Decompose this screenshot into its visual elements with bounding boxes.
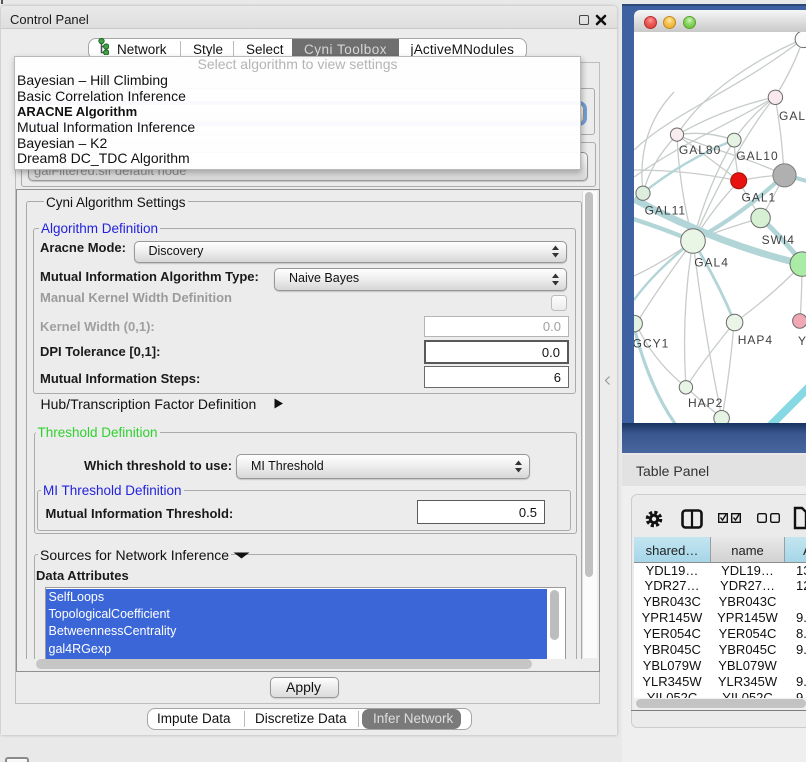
- svg-text:Y: Y: [798, 334, 806, 348]
- svg-text:GCY1: GCY1: [634, 336, 669, 350]
- svg-text:GAL: GAL: [779, 109, 806, 123]
- svg-text:GAL1: GAL1: [742, 191, 777, 205]
- svg-text:GAL11: GAL11: [645, 204, 686, 218]
- svg-text:HAP2: HAP2: [688, 396, 723, 410]
- svg-text:HAP4: HAP4: [738, 333, 773, 347]
- svg-text:SWI4: SWI4: [762, 233, 795, 247]
- svg-text:GAL4: GAL4: [694, 256, 729, 270]
- svg-text:GAL80: GAL80: [679, 143, 721, 157]
- svg-text:GAL10: GAL10: [736, 149, 778, 163]
